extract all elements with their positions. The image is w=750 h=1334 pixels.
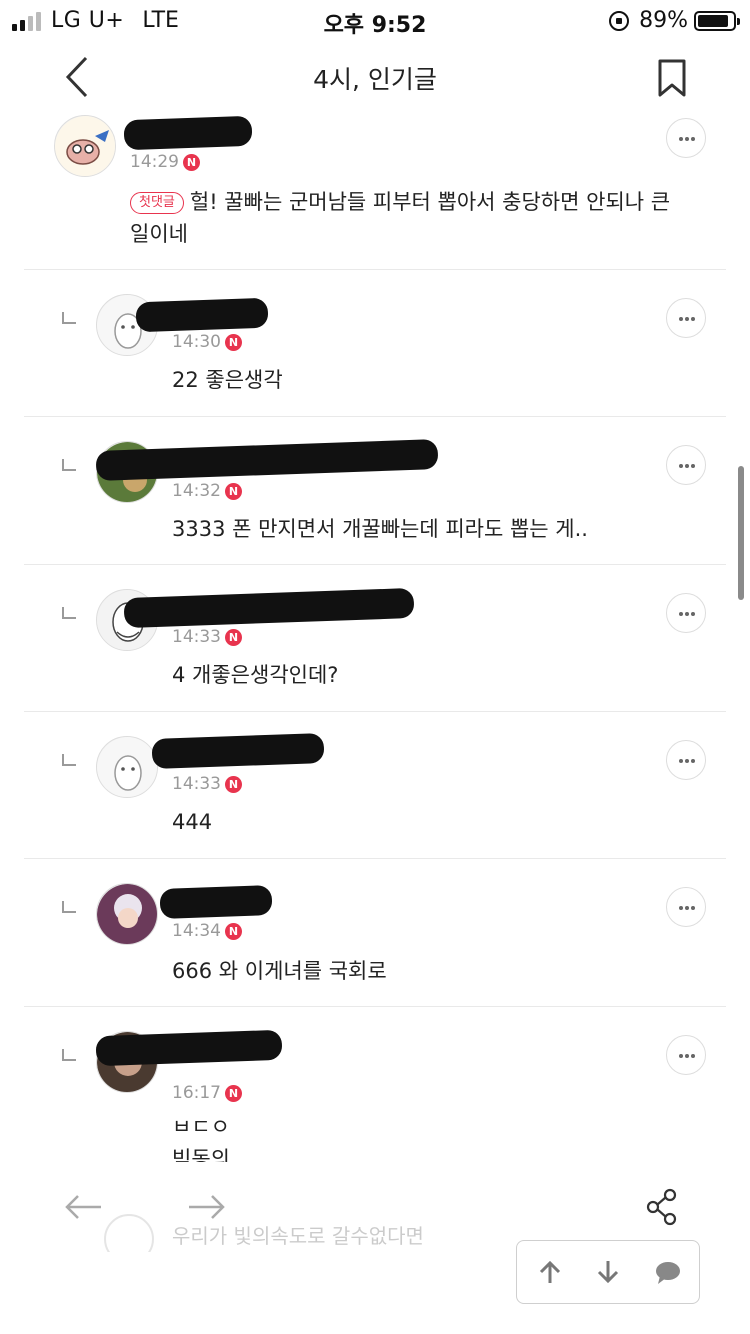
status-right: 89% — [609, 8, 740, 33]
reply-indicator-icon — [62, 901, 76, 913]
comment-time: 14:30 N — [172, 332, 242, 352]
reply-item: 14:32 N 3333 폰 만지면서 개꿀빠는데 피라도 뽑는 게.. — [24, 417, 726, 565]
next-post-title: 우리가 빛의속도로 갈수없다면 — [172, 1224, 424, 1248]
more-options-button[interactable] — [666, 887, 706, 927]
new-badge: N — [225, 775, 242, 793]
status-bar: LG U+ LTE 오후 9:52 89% — [0, 0, 750, 42]
time-text: 14:32 — [172, 481, 221, 501]
comment-text: 3333 폰 만지면서 개꿀빠는데 피라도 뽑는 게.. — [172, 513, 588, 545]
more-options-button[interactable] — [666, 118, 706, 158]
reply-item: 14:34 N 666 와 이게녀를 국회로 — [24, 859, 726, 1007]
bookmark-icon[interactable] — [656, 58, 688, 98]
time-text: 14:30 — [172, 332, 221, 352]
more-options-button[interactable] — [666, 740, 706, 780]
author-name-redacted — [123, 115, 253, 151]
comment-text-line2: 빅동의 — [172, 1147, 230, 1162]
more-options-button[interactable] — [666, 593, 706, 633]
scroll-indicator — [738, 466, 744, 600]
comment-text-line1: 22 좋은생각 — [172, 368, 283, 392]
speech-bubble-icon[interactable] — [653, 1257, 683, 1287]
reply-indicator-icon — [62, 459, 76, 471]
more-options-button[interactable] — [666, 298, 706, 338]
comment-text-line1: 4 개좋은생각인데? — [172, 663, 339, 687]
reply-indicator-icon — [62, 312, 76, 324]
arrow-down-icon[interactable] — [593, 1257, 623, 1287]
avatar — [96, 736, 158, 798]
new-badge: N — [225, 1084, 242, 1102]
bottom-toolbar: 우리가 빛의속도로 갈수없다면 — [24, 1162, 726, 1252]
comment-time: 14:32 N — [172, 481, 242, 501]
author-name-redacted — [123, 587, 415, 629]
comment-time: 16:17 N — [172, 1083, 242, 1103]
comment-text: ㅂㄷㅇ 빅동의 — [172, 1111, 230, 1162]
comment-text: 444 — [172, 806, 212, 838]
reply-item: 14:33 N 4 개좋은생각인데? — [24, 565, 726, 712]
comment-time: 14:33 N — [172, 627, 242, 647]
arrow-left-icon[interactable] — [64, 1192, 104, 1222]
new-badge: N — [225, 333, 242, 351]
comment-time: 14:29 N — [130, 152, 200, 172]
comment-text-line2: 일이네 — [130, 222, 188, 246]
battery-percent: 89% — [639, 8, 688, 33]
comment-text: 4 개좋은생각인데? — [172, 659, 338, 691]
comment-text: 첫댓글 헐! 꿀빠는 군머남들 피부터 뽑아서 충당하면 안되나 큰 일이네 — [130, 186, 710, 250]
reply-item: 16:17 N ㅂㄷㅇ 빅동의 — [24, 1007, 726, 1162]
more-options-button[interactable] — [666, 1035, 706, 1075]
comment-text: 666 와 이게녀를 국회로 — [172, 955, 387, 987]
author-name-redacted — [159, 885, 273, 919]
new-badge: N — [225, 922, 242, 940]
comment-item: 14:29 N 첫댓글 헐! 꿀빠는 군머남들 피부터 뽑아서 충당하면 안되나 … — [24, 112, 726, 270]
avatar-image — [55, 116, 115, 176]
author-name-redacted — [95, 439, 439, 481]
comment-text-line1: 444 — [172, 810, 213, 834]
avatar — [104, 1214, 154, 1252]
time-text: 14:34 — [172, 921, 221, 941]
author-name-redacted — [151, 733, 325, 769]
comment-list: 14:29 N 첫댓글 헐! 꿀빠는 군머남들 피부터 뽑아서 충당하면 안되나 … — [24, 112, 726, 1162]
floating-nav — [516, 1240, 700, 1304]
share-icon[interactable] — [646, 1188, 678, 1226]
time-text: 16:17 — [172, 1083, 221, 1103]
avatar-image — [97, 737, 157, 797]
comment-time: 14:33 N — [172, 774, 242, 794]
avatar — [96, 883, 158, 945]
comment-text-line1: ㅂㄷㅇ — [172, 1115, 230, 1139]
reply-item: 14:33 N 444 — [24, 712, 726, 859]
time-text: 14:29 — [130, 152, 179, 172]
reply-indicator-icon — [62, 607, 76, 619]
author-name-redacted — [135, 297, 269, 333]
time-text: 14:33 — [172, 627, 221, 647]
arrow-right-icon[interactable] — [186, 1192, 226, 1222]
comment-text-line1: 헐! 꿀빠는 군머남들 피부터 뽑아서 충당하면 안되나 큰 — [189, 190, 671, 214]
more-options-button[interactable] — [666, 445, 706, 485]
page-title: 4시, 인기글 — [313, 65, 437, 94]
new-badge: N — [225, 482, 242, 500]
reply-item: 14:30 N 22 좋은생각 — [24, 270, 726, 417]
time-text: 14:33 — [172, 774, 221, 794]
new-badge: N — [183, 153, 200, 171]
arrow-up-icon[interactable] — [535, 1257, 565, 1287]
comment-text-line1: 666 와 이게녀를 국회로 — [172, 959, 387, 983]
new-badge: N — [225, 628, 242, 646]
reply-indicator-icon — [62, 754, 76, 766]
first-comment-tag: 첫댓글 — [130, 192, 184, 214]
author-name-redacted — [95, 1029, 283, 1067]
comment-text-line1: 3333 폰 만지면서 개꿀빠는데 피라도 뽑는 게.. — [172, 517, 588, 541]
comment-time: 14:34 N — [172, 921, 242, 941]
nav-bar: 4시, 인기글 — [0, 42, 750, 112]
avatar-image — [97, 884, 157, 944]
comment-text: 22 좋은생각 — [172, 364, 283, 396]
avatar — [54, 115, 116, 177]
battery-icon — [694, 10, 740, 31]
reply-indicator-icon — [62, 1049, 76, 1061]
rotation-lock-icon — [609, 10, 630, 31]
